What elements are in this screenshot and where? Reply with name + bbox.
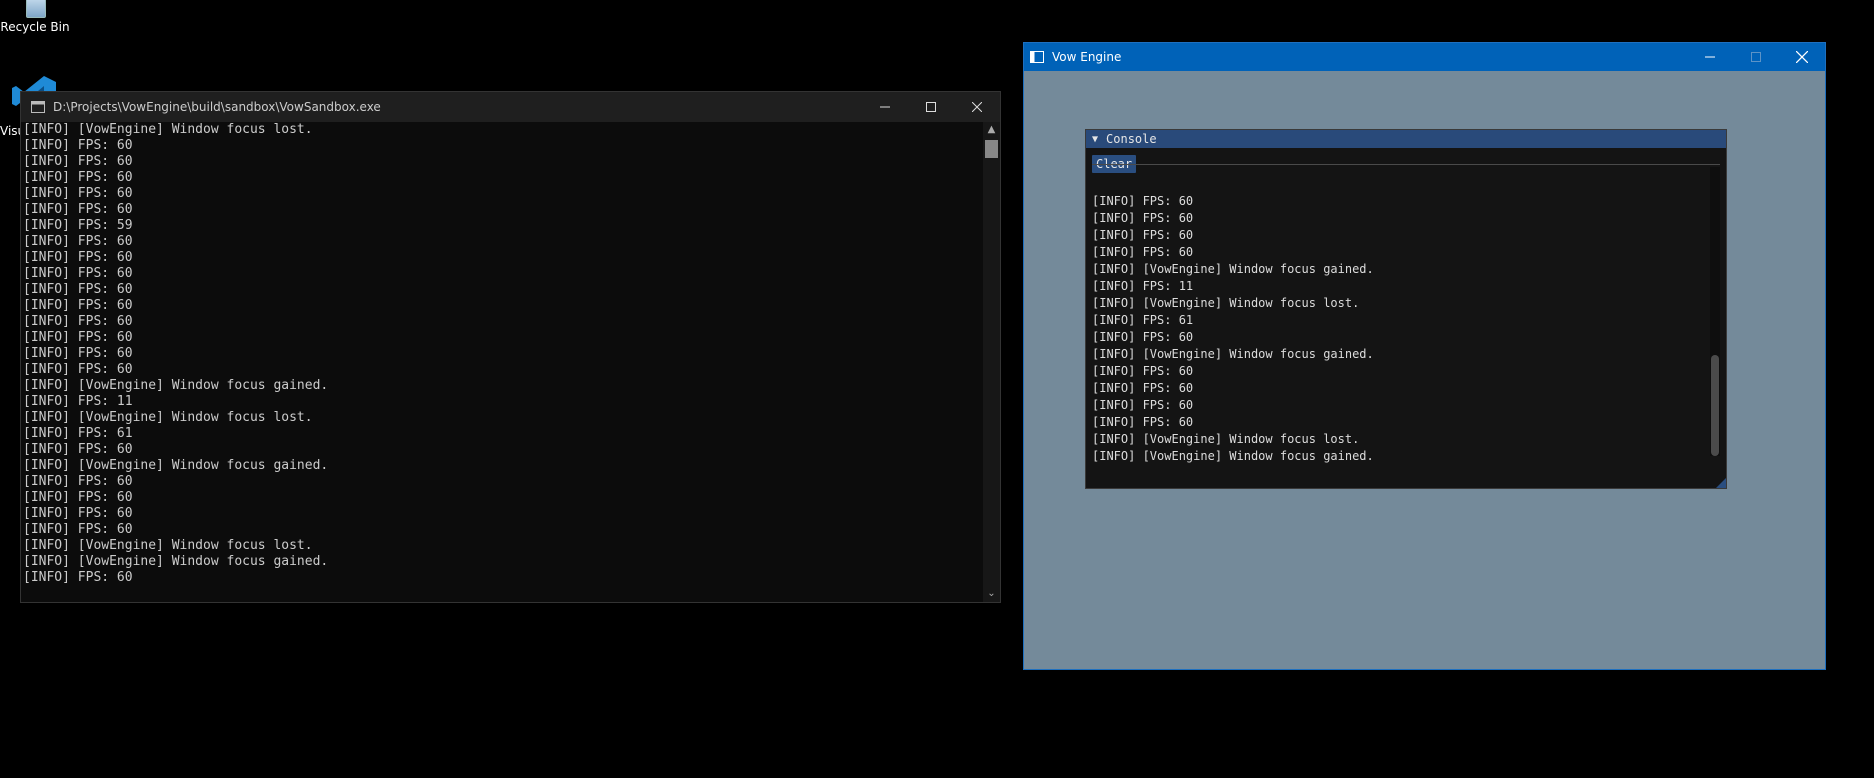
console-close-button[interactable] xyxy=(954,92,1000,122)
console-window[interactable]: D:\Projects\VowEngine\build\sandbox\VowS… xyxy=(20,91,1001,603)
console-line: [INFO] FPS: 60 xyxy=(23,298,133,313)
engine-maximize-button xyxy=(1733,43,1779,71)
console-line: [INFO] [VowEngine] Window focus lost. xyxy=(23,538,313,553)
imgui-log-line: [INFO] [VowEngine] Window focus lost. xyxy=(1092,432,1360,446)
console-line: [INFO] FPS: 60 xyxy=(23,314,133,329)
console-output[interactable]: [INFO] [VowEngine] Window focus lost. [IN… xyxy=(23,122,982,602)
console-line: [INFO] [VowEngine] Window focus gained. xyxy=(23,458,329,473)
imgui-scroll-thumb[interactable] xyxy=(1711,355,1719,456)
console-line: [INFO] [VowEngine] Window focus lost. xyxy=(23,122,313,137)
engine-window-title: Vow Engine xyxy=(1052,50,1122,64)
imgui-scrollbar[interactable] xyxy=(1710,167,1720,456)
engine-close-button[interactable] xyxy=(1779,43,1825,71)
imgui-log-line: [INFO] FPS: 61 xyxy=(1092,313,1194,327)
console-scrollbar[interactable]: ▲ ⌄ xyxy=(983,122,1000,602)
imgui-log-line: [INFO] [VowEngine] Window focus lost. xyxy=(1092,296,1360,310)
minimize-icon xyxy=(880,106,890,108)
engine-minimize-button[interactable] xyxy=(1687,43,1733,71)
imgui-log-line: [INFO] FPS: 60 xyxy=(1092,194,1194,208)
console-line: [INFO] [VowEngine] Window focus lost. xyxy=(23,410,313,425)
console-line: [INFO] FPS: 60 xyxy=(23,522,133,537)
console-line: [INFO] FPS: 60 xyxy=(23,346,133,361)
imgui-log-line: [INFO] FPS: 60 xyxy=(1092,245,1194,259)
desktop-icon-recycle-bin[interactable]: Recycle Bin xyxy=(0,0,70,34)
imgui-separator xyxy=(1092,164,1720,165)
console-line: [INFO] FPS: 60 xyxy=(23,362,133,377)
console-maximize-button[interactable] xyxy=(908,92,954,122)
console-line: [INFO] FPS: 11 xyxy=(23,394,133,409)
maximize-icon xyxy=(1751,52,1761,62)
imgui-log-line: [INFO] FPS: 11 xyxy=(1092,279,1194,293)
console-line: [INFO] [VowEngine] Window focus gained. xyxy=(23,554,329,569)
recycle-bin-label: Recycle Bin xyxy=(0,20,70,34)
imgui-log-line: [INFO] FPS: 60 xyxy=(1092,228,1194,242)
console-line: [INFO] FPS: 60 xyxy=(23,250,133,265)
console-line: [INFO] FPS: 60 xyxy=(23,154,133,169)
imgui-log-line: [INFO] FPS: 60 xyxy=(1092,398,1194,412)
engine-titlebar[interactable]: Vow Engine xyxy=(1024,43,1825,71)
console-line: [INFO] FPS: 60 xyxy=(23,186,133,201)
imgui-console-titlebar[interactable]: ▼ Console xyxy=(1086,130,1726,148)
console-titlebar[interactable]: D:\Projects\VowEngine\build\sandbox\VowS… xyxy=(21,92,1000,122)
imgui-console-title: Console xyxy=(1106,132,1157,146)
console-line: [INFO] FPS: 61 xyxy=(23,426,133,441)
console-line: [INFO] FPS: 60 xyxy=(23,474,133,489)
console-line: [INFO] FPS: 60 xyxy=(23,138,133,153)
resize-grip-icon[interactable] xyxy=(1716,478,1726,488)
imgui-log-line: [INFO] FPS: 60 xyxy=(1092,465,1710,466)
imgui-log-line: [INFO] FPS: 60 xyxy=(1092,415,1194,429)
console-line: [INFO] FPS: 60 xyxy=(23,266,133,281)
console-line: [INFO] FPS: 60 xyxy=(23,490,133,505)
console-window-title: D:\Projects\VowEngine\build\sandbox\VowS… xyxy=(53,100,381,114)
imgui-log-line: [INFO] FPS: 60 xyxy=(1092,330,1194,344)
console-line: [INFO] FPS: 60 xyxy=(23,202,133,217)
console-line: [INFO] FPS: 60 xyxy=(23,570,133,585)
imgui-log-output[interactable]: [INFO] FPS: 60 [INFO] FPS: 60 [INFO] FPS: … xyxy=(1092,167,1710,466)
console-line: [INFO] FPS: 60 xyxy=(23,330,133,345)
imgui-log-line: [INFO] FPS: 60 xyxy=(1092,381,1194,395)
engine-window[interactable]: Vow Engine ▼ Console Clear [INFO] FPS: 6… xyxy=(1023,42,1826,670)
close-icon xyxy=(1796,51,1808,63)
console-line: [INFO] FPS: 60 xyxy=(23,282,133,297)
imgui-log-line: [INFO] FPS: 60 xyxy=(1092,211,1194,225)
chevron-down-icon[interactable]: ⌄ xyxy=(983,586,1000,602)
imgui-console-panel[interactable]: ▼ Console Clear [INFO] FPS: 60 [INFO] FPS… xyxy=(1085,129,1727,489)
maximize-icon xyxy=(926,102,936,112)
recycle-bin-icon xyxy=(20,0,50,18)
close-icon xyxy=(972,102,982,112)
imgui-log-line: [INFO] FPS: 60 xyxy=(1092,364,1194,378)
engine-app-icon xyxy=(1030,51,1044,63)
chevron-up-icon[interactable]: ▲ xyxy=(983,122,1000,138)
console-line: [INFO] FPS: 60 xyxy=(23,234,133,249)
console-scroll-thumb[interactable] xyxy=(985,140,998,158)
imgui-log-line: [INFO] [VowEngine] Window focus gained. xyxy=(1092,347,1374,361)
console-line: [INFO] [VowEngine] Window focus gained. xyxy=(23,378,329,393)
console-app-icon xyxy=(31,101,45,113)
console-line: [INFO] FPS: 59 xyxy=(23,218,133,233)
console-line: [INFO] FPS: 60 xyxy=(23,506,133,521)
imgui-log-line: [INFO] [VowEngine] Window focus gained. xyxy=(1092,262,1374,276)
console-line: [INFO] FPS: 60 xyxy=(23,442,133,457)
minimize-icon xyxy=(1705,56,1715,58)
console-minimize-button[interactable] xyxy=(862,92,908,122)
console-line: [INFO] FPS: 60 xyxy=(23,170,133,185)
triangle-down-icon[interactable]: ▼ xyxy=(1092,134,1098,145)
console-body[interactable]: [INFO] [VowEngine] Window focus lost. [IN… xyxy=(21,122,1000,602)
imgui-log-line: [INFO] [VowEngine] Window focus gained. xyxy=(1092,449,1374,463)
